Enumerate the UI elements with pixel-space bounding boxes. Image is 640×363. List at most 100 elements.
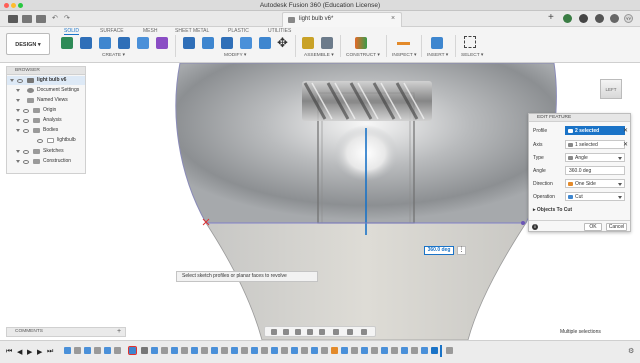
tab-mesh[interactable]: MESH <box>143 28 157 34</box>
group-inspect[interactable]: INSPECT ▾ <box>392 53 416 58</box>
visibility-icon[interactable] <box>23 159 29 164</box>
timeline-feature[interactable] <box>231 347 238 354</box>
timeline-feature[interactable] <box>221 347 228 354</box>
tab-sheet-metal[interactable]: SHEET METAL <box>175 28 209 34</box>
browser-item-bodies[interactable]: Bodies <box>7 126 85 135</box>
timeline-feature[interactable] <box>181 347 188 354</box>
timeline-feature[interactable] <box>381 347 388 354</box>
scale-icon[interactable] <box>259 37 271 49</box>
timeline-feature[interactable] <box>411 347 418 354</box>
timeline-feature[interactable] <box>446 347 453 354</box>
timeline-feature[interactable] <box>251 347 258 354</box>
grid-settings-icon[interactable] <box>347 329 353 335</box>
extensions-icon[interactable] <box>563 14 572 23</box>
form-icon[interactable] <box>156 37 168 49</box>
help-icon[interactable] <box>610 14 619 23</box>
timeline-feature[interactable] <box>431 347 438 354</box>
browser-item-document-settings[interactable]: Document Settings <box>7 86 85 95</box>
zoom-icon[interactable] <box>307 329 313 335</box>
browser-item-sketches[interactable]: Sketches <box>7 147 85 156</box>
expand-icon[interactable] <box>10 79 14 82</box>
clear-axis-icon[interactable]: ✕ <box>623 141 629 148</box>
viewports-icon[interactable] <box>361 329 367 335</box>
browser-item-lightbulb[interactable]: lightbulb <box>7 136 85 145</box>
timeline-feature[interactable] <box>321 347 328 354</box>
new-tab-icon[interactable]: + <box>548 12 554 23</box>
expand-icon[interactable] <box>16 109 20 112</box>
save-icon[interactable] <box>36 15 46 23</box>
timeline-feature[interactable] <box>104 347 111 354</box>
operation-dropdown[interactable]: Cut <box>565 192 625 201</box>
extrude-icon[interactable] <box>80 37 92 49</box>
timeline-feature[interactable] <box>391 347 398 354</box>
chamfer-icon[interactable] <box>221 37 233 49</box>
joint-icon[interactable] <box>321 37 333 49</box>
group-assemble[interactable]: ASSEMBLE ▾ <box>304 53 334 58</box>
edit-feature-header[interactable]: EDIT FEATURE <box>529 114 630 122</box>
play-icon[interactable]: ▶ <box>27 348 32 356</box>
comments-panel[interactable]: COMMENTS + <box>6 327 126 337</box>
angle-manipulator-input[interactable]: 360.0 deg <box>424 246 454 255</box>
timeline-settings-icon[interactable]: ⚙ <box>628 347 634 355</box>
create-sketch-icon[interactable] <box>61 37 73 49</box>
move-icon[interactable]: ✥ <box>277 35 288 51</box>
clear-profile-icon[interactable]: ✕ <box>623 127 629 134</box>
objects-to-cut-section[interactable]: ▸ Objects To Cut <box>533 207 572 213</box>
shell-icon[interactable] <box>137 37 149 49</box>
combine-icon[interactable] <box>240 37 252 49</box>
hole-icon[interactable] <box>118 37 130 49</box>
timeline-feature[interactable] <box>351 347 358 354</box>
timeline-marker[interactable] <box>440 345 442 357</box>
axis-selection[interactable]: 1 selected <box>565 140 625 149</box>
visibility-icon[interactable] <box>23 118 29 123</box>
undo-icon[interactable]: ↶ <box>52 14 58 22</box>
browser-item-analysis[interactable]: Analysis <box>7 116 85 125</box>
direction-dropdown[interactable]: One Side <box>565 179 625 188</box>
timeline-feature[interactable] <box>211 347 218 354</box>
close-tab-icon[interactable]: × <box>391 15 395 22</box>
go-to-end-icon[interactable]: ⏭ <box>47 348 53 356</box>
group-create[interactable]: CREATE ▾ <box>102 53 125 58</box>
timeline-feature[interactable] <box>261 347 268 354</box>
new-component-icon[interactable] <box>302 37 314 49</box>
timeline-feature[interactable] <box>84 347 91 354</box>
timeline-feature[interactable] <box>141 347 148 354</box>
angle-input[interactable]: 360.0 deg <box>565 166 625 175</box>
tab-utilities[interactable]: UTILITIES <box>268 28 291 34</box>
browser-item-root[interactable]: light bulb v6 <box>7 76 85 85</box>
timeline-feature[interactable] <box>401 347 408 354</box>
expand-icon[interactable] <box>16 150 20 153</box>
group-select[interactable]: SELECT ▾ <box>461 53 483 58</box>
tab-surface[interactable]: SURFACE <box>100 28 124 34</box>
info-icon[interactable]: i <box>532 224 538 230</box>
data-panel-icon[interactable] <box>8 15 18 23</box>
timeline-feature[interactable] <box>241 347 248 354</box>
expand-icon[interactable] <box>16 89 20 92</box>
timeline-feature[interactable] <box>201 347 208 354</box>
offset-plane-icon[interactable] <box>355 37 367 49</box>
timeline-feature[interactable] <box>291 347 298 354</box>
measure-icon[interactable] <box>397 42 410 45</box>
select-icon[interactable] <box>464 36 476 48</box>
document-tab[interactable]: light bulb v6* × <box>282 12 402 27</box>
add-comment-icon[interactable]: + <box>117 328 121 336</box>
press-pull-icon[interactable] <box>183 37 195 49</box>
expand-icon[interactable] <box>16 119 20 122</box>
cancel-button[interactable]: Cancel <box>606 223 627 231</box>
orbit-icon[interactable] <box>271 329 277 335</box>
timeline-feature[interactable] <box>151 347 158 354</box>
job-status-icon[interactable] <box>579 14 588 23</box>
expand-icon[interactable] <box>16 99 20 102</box>
revolve-icon[interactable] <box>99 37 111 49</box>
tab-solid[interactable]: SOLID <box>64 28 80 35</box>
group-modify[interactable]: MODIFY ▾ <box>224 53 246 58</box>
timeline-feature[interactable] <box>94 347 101 354</box>
display-settings-icon[interactable] <box>333 329 339 335</box>
type-dropdown[interactable]: Angle <box>565 153 625 162</box>
go-to-start-icon[interactable]: ⏮ <box>6 348 12 356</box>
timeline-feature[interactable] <box>171 347 178 354</box>
timeline-feature[interactable] <box>64 347 71 354</box>
user-avatar[interactable]: YY <box>624 14 633 23</box>
view-cube[interactable]: LEFT <box>600 79 622 99</box>
timeline-feature[interactable] <box>161 347 168 354</box>
